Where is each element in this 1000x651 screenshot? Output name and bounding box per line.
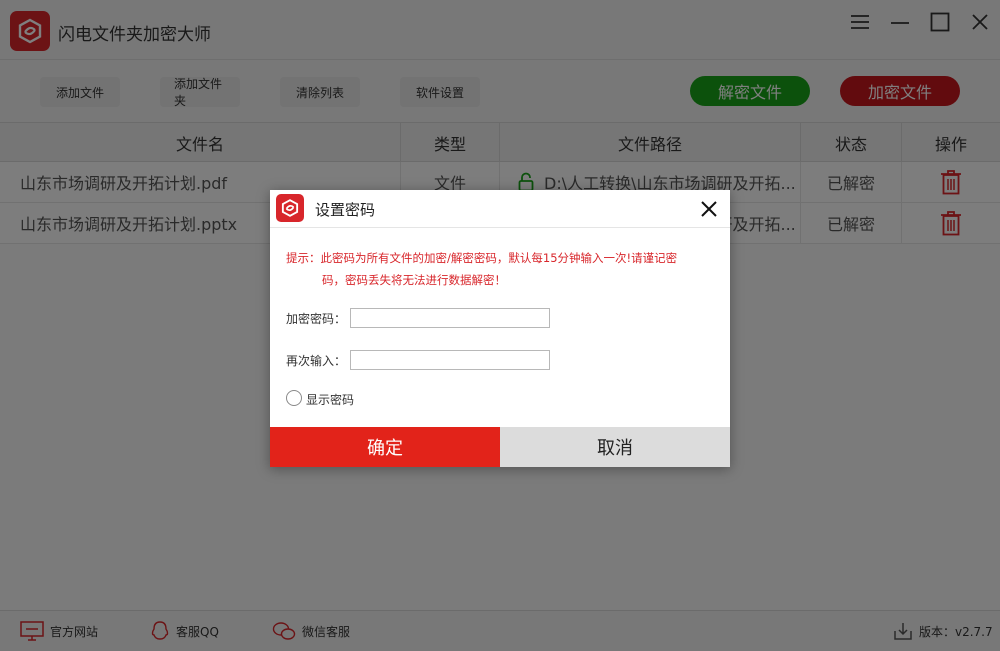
dialog-logo-icon bbox=[276, 194, 304, 222]
app-window: 闪电文件夹加密大师 添加文件 添加文件夹 清除列表 软件设置 解密文件 加密文件… bbox=[0, 0, 1000, 651]
dialog-header: 设置密码 bbox=[270, 190, 730, 228]
password-input[interactable] bbox=[350, 308, 550, 328]
tip-line-2: 码，密码丢失将无法进行数据解密！ bbox=[322, 273, 506, 287]
cancel-button[interactable]: 取消 bbox=[500, 427, 730, 467]
confirm-button[interactable]: 确定 bbox=[270, 427, 500, 467]
tip-line-1: 提示：此密码为所有文件的加密/解密密码，默认每15分钟输入一次!请谨记密 bbox=[286, 251, 678, 265]
dialog-close-icon[interactable] bbox=[698, 198, 720, 220]
confirm-password-input[interactable] bbox=[350, 350, 550, 370]
show-password-label[interactable]: 显示密码 bbox=[306, 391, 354, 408]
show-password-radio[interactable] bbox=[286, 390, 302, 406]
confirm-password-label: 再次输入： bbox=[286, 354, 347, 368]
password-label: 加密密码： bbox=[286, 312, 347, 326]
set-password-dialog: 设置密码 提示：此密码为所有文件的加密/解密密码，默认每15分钟输入一次!请谨记… bbox=[270, 190, 730, 467]
password-tip: 提示：此密码为所有文件的加密/解密密码，默认每15分钟输入一次!请谨记密 码，密… bbox=[286, 247, 710, 291]
dialog-title: 设置密码 bbox=[315, 201, 376, 219]
